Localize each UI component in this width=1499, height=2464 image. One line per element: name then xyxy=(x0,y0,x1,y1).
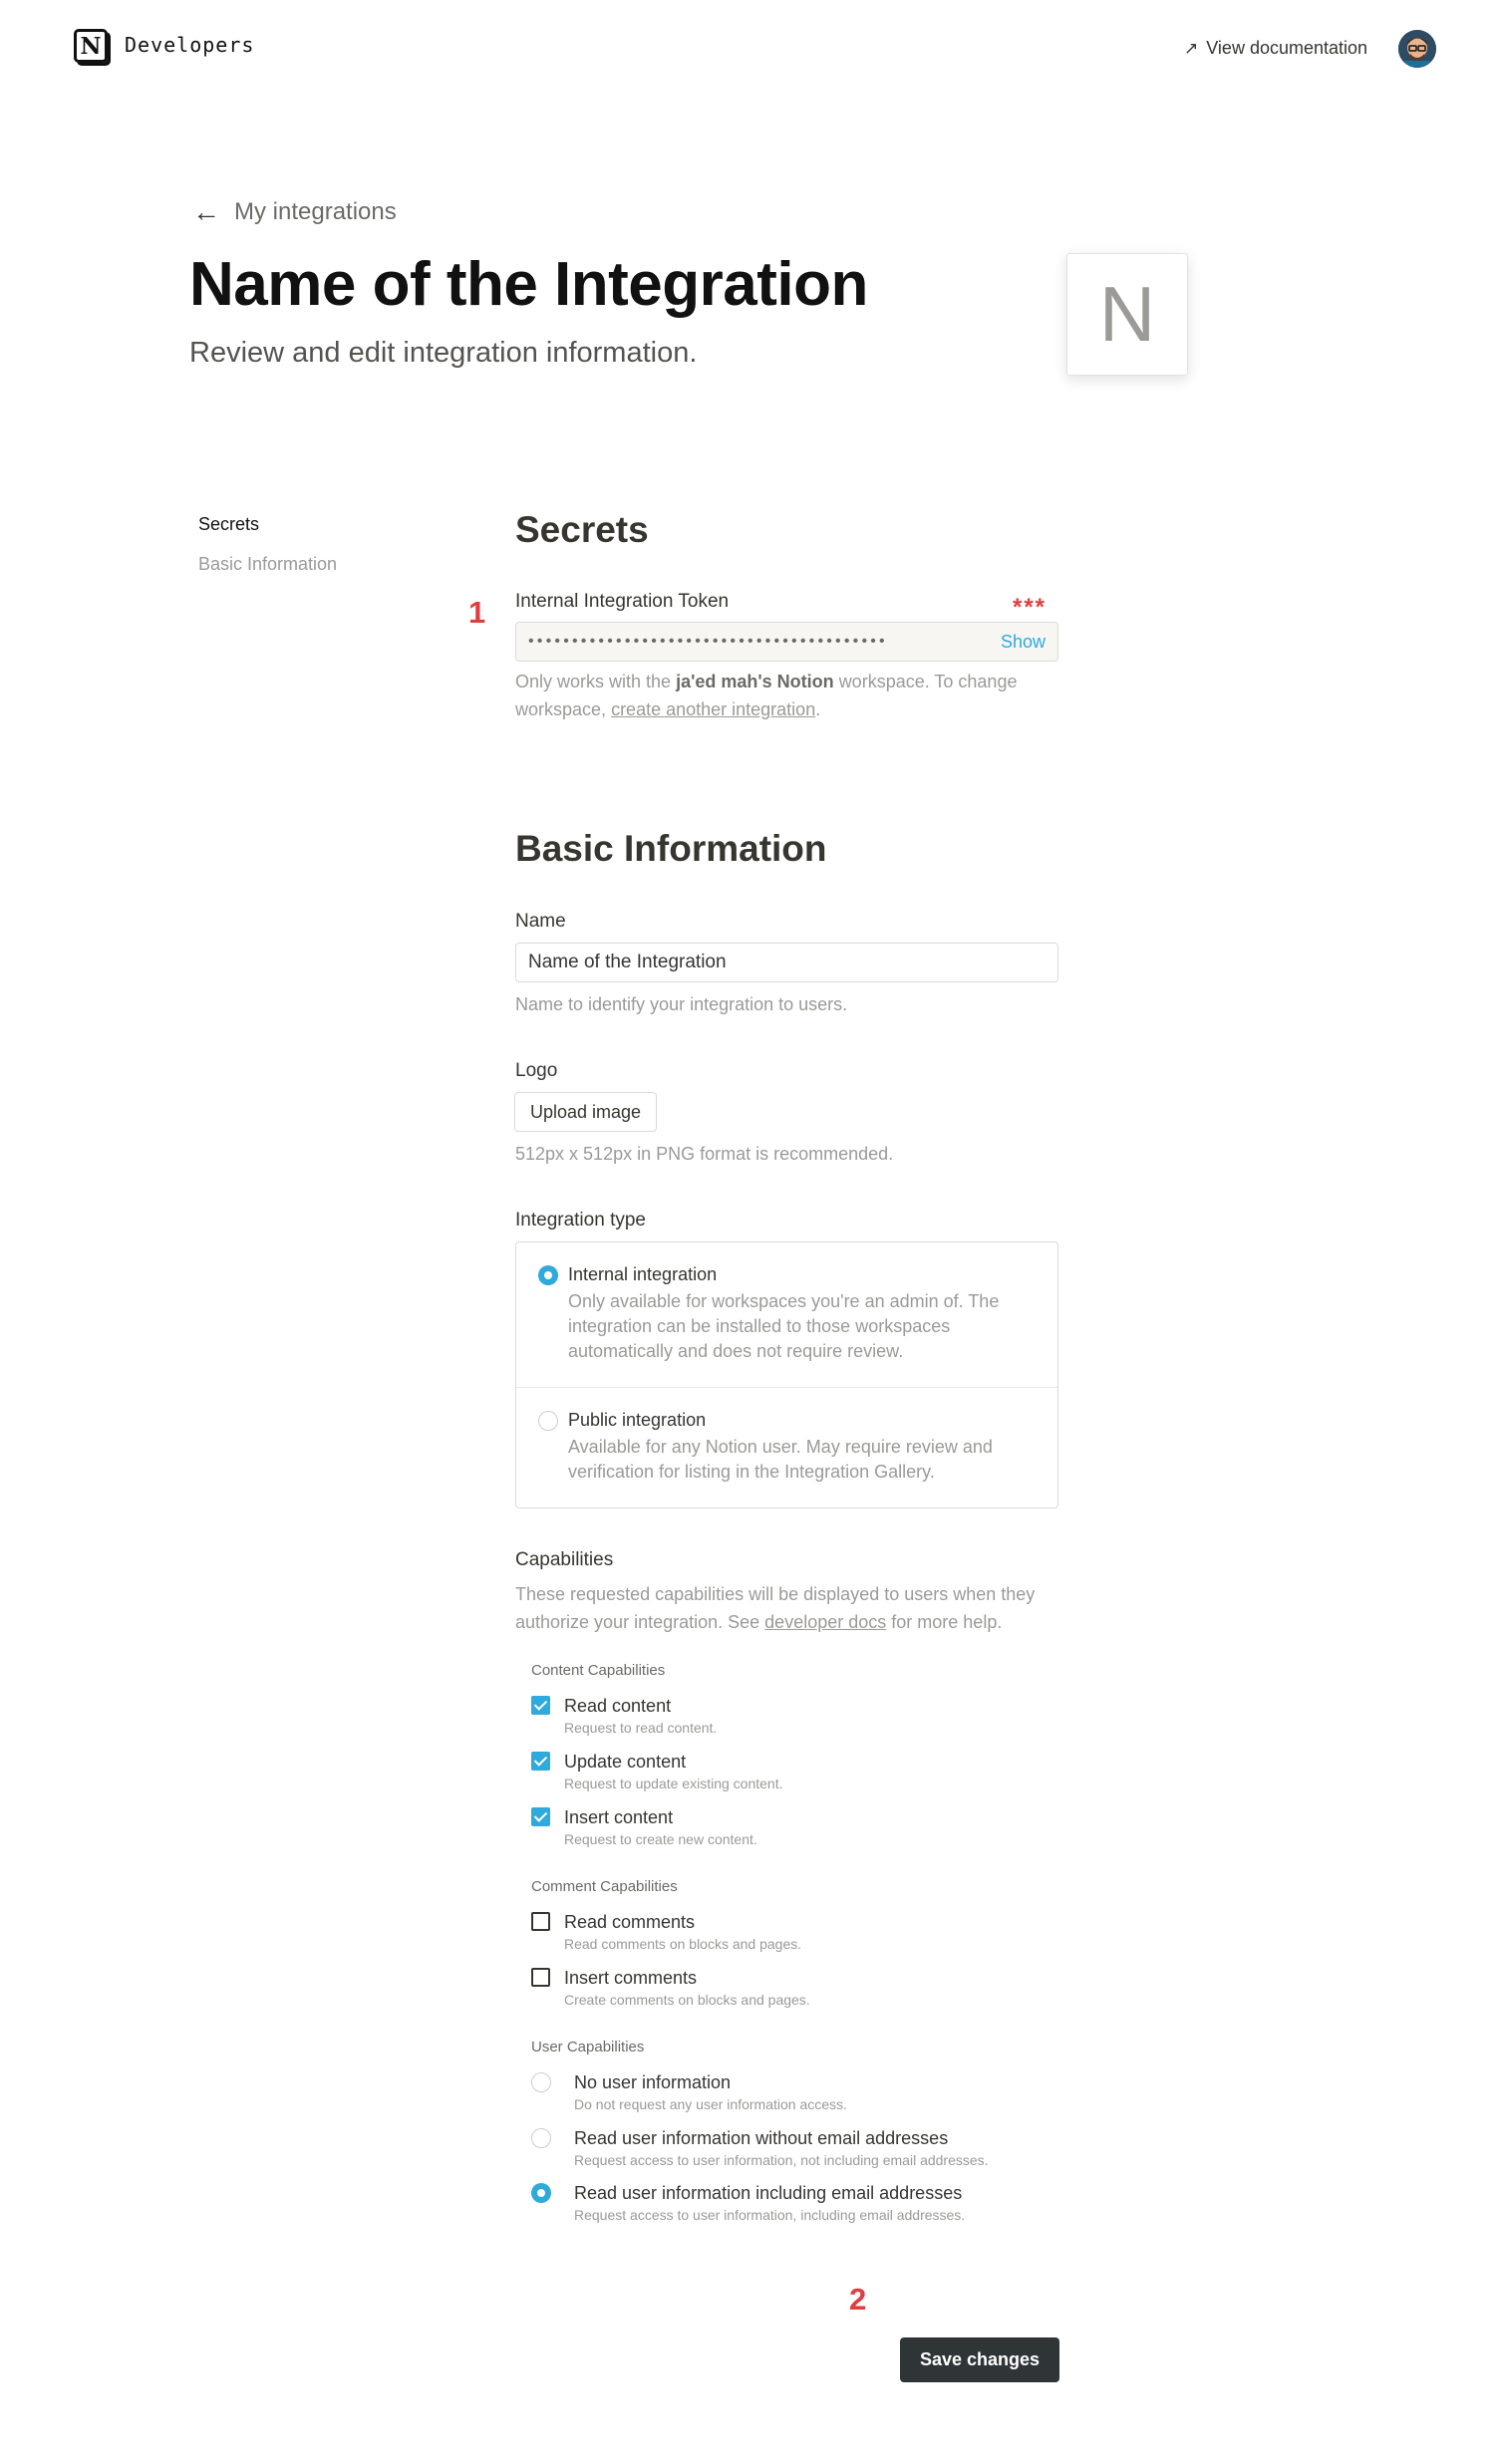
insert-content-option[interactable]: Insert content Request to create new con… xyxy=(531,1805,1030,1849)
insert-content-checkbox[interactable] xyxy=(531,1807,550,1826)
create-integration-link[interactable]: create another integration xyxy=(611,699,815,719)
update-content-option[interactable]: Update content Request to update existin… xyxy=(531,1750,1030,1793)
insert-comments-checkbox[interactable] xyxy=(531,1968,550,1987)
user-info-with-email-option[interactable]: Read user information including email ad… xyxy=(531,2181,1049,2225)
save-changes-button[interactable]: Save changes xyxy=(900,2337,1059,2382)
name-label: Name xyxy=(515,911,566,932)
integration-logo: N xyxy=(1066,253,1188,376)
show-token-button[interactable]: Show xyxy=(1001,632,1046,653)
arrow-up-right-icon: ↗ xyxy=(1184,39,1199,58)
token-hint: Only works with the ja'ed mah's Notion w… xyxy=(515,672,1018,719)
capabilities-hint: These requested capabilities will be dis… xyxy=(515,1584,1036,1632)
workspace-name: ja'ed mah's Notion xyxy=(676,672,834,691)
secrets-heading: Secrets xyxy=(515,509,649,550)
content-capabilities-heading: Content Capabilities xyxy=(531,1662,666,1679)
read-comments-option[interactable]: Read comments Read comments on blocks an… xyxy=(531,1910,1030,1954)
token-mask: ••••••••••••••••••••••••••••••••••••••••… xyxy=(528,633,888,650)
name-hint: Name to identify your integration to use… xyxy=(515,994,848,1014)
user-info-without-email-radio[interactable] xyxy=(531,2128,551,2148)
annotation-marker-1: 1 xyxy=(468,595,486,630)
notion-logo-icon[interactable]: N xyxy=(74,29,108,63)
read-comments-checkbox[interactable] xyxy=(531,1912,550,1931)
user-info-without-email-option[interactable]: Read user information without email addr… xyxy=(531,2126,1049,2170)
arrow-left-icon: ← xyxy=(192,196,220,227)
public-integration-radio[interactable] xyxy=(538,1411,558,1431)
integration-type-group: Internal integration Only available for … xyxy=(515,1241,1058,1508)
comment-capabilities-heading: Comment Capabilities xyxy=(531,1878,678,1895)
user-avatar-icon xyxy=(1398,30,1436,68)
back-to-integrations-link[interactable]: ← My integrations xyxy=(192,196,397,228)
read-content-option[interactable]: Read content Request to read content. xyxy=(531,1694,1030,1738)
no-user-info-option[interactable]: No user information Do not request any u… xyxy=(531,2070,1049,2114)
sidenav-item-basic-information[interactable]: Basic Information xyxy=(198,554,337,575)
user-info-with-email-radio[interactable] xyxy=(531,2183,551,2203)
no-user-info-radio[interactable] xyxy=(531,2072,551,2092)
integration-type-label: Integration type xyxy=(515,1210,646,1231)
logo-hint: 512px x 512px in PNG format is recommend… xyxy=(515,1144,894,1164)
public-integration-option[interactable]: Public integration Available for any Not… xyxy=(516,1388,1057,1508)
developer-docs-link[interactable]: developer docs xyxy=(764,1612,886,1632)
update-content-checkbox[interactable] xyxy=(531,1752,550,1771)
internal-integration-radio[interactable] xyxy=(538,1265,558,1285)
page-title: Name of the Integration xyxy=(189,250,868,319)
capabilities-label: Capabilities xyxy=(515,1549,614,1570)
view-documentation-link[interactable]: ↗ View documentation xyxy=(1184,38,1367,59)
sidenav-item-secrets[interactable]: Secrets xyxy=(198,514,259,535)
page-subtitle: Review and edit integration information. xyxy=(189,337,698,369)
basic-info-heading: Basic Information xyxy=(515,828,827,869)
name-input[interactable]: Name of the Integration xyxy=(515,943,1058,982)
read-content-checkbox[interactable] xyxy=(531,1696,550,1715)
annotation-marker-2: 2 xyxy=(849,2282,867,2317)
token-label: Internal Integration Token xyxy=(515,591,730,612)
logo-label: Logo xyxy=(515,1060,558,1081)
user-capabilities-heading: User Capabilities xyxy=(531,2039,645,2055)
upload-image-button[interactable]: Upload image xyxy=(514,1092,658,1132)
token-field[interactable]: ••••••••••••••••••••••••••••••••••••••••… xyxy=(515,622,1058,662)
avatar[interactable] xyxy=(1398,30,1436,68)
insert-comments-option[interactable]: Insert comments Create comments on block… xyxy=(531,1966,1030,2010)
internal-integration-option[interactable]: Internal integration Only available for … xyxy=(516,1242,1057,1387)
site-title[interactable]: Developers xyxy=(125,33,254,57)
